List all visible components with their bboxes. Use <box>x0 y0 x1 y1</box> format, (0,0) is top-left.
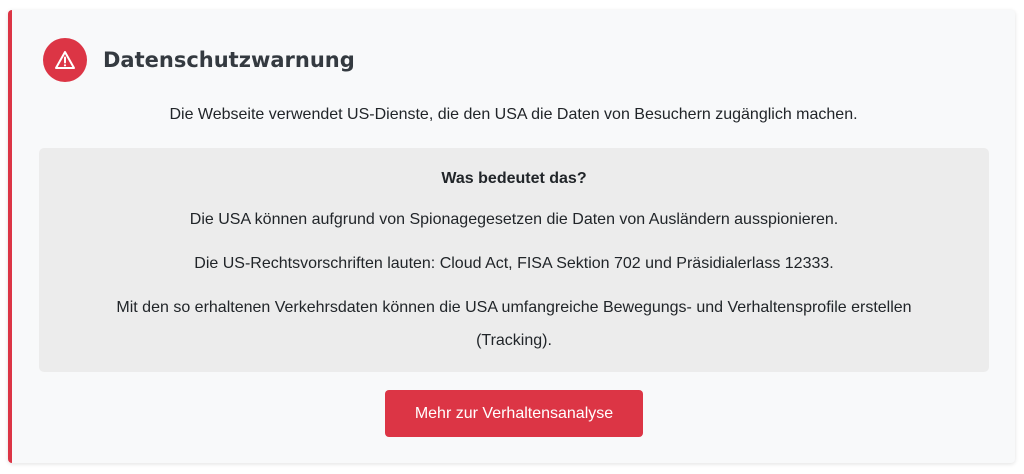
warning-header: Datenschutzwarnung <box>43 38 355 82</box>
warning-title: Datenschutzwarnung <box>103 48 355 72</box>
warning-triangle-icon <box>43 38 87 82</box>
info-question: Was bedeutet das? <box>441 170 587 187</box>
info-paragraph: Die USA können aufgrund von Spionagegese… <box>189 211 839 228</box>
info-box: Was bedeutet das? Die USA können aufgrun… <box>39 148 989 372</box>
behavior-analysis-button[interactable]: Mehr zur Verhaltensanalyse <box>385 390 643 437</box>
warning-intro-text: Die Webseite verwendet US-Dienste, die d… <box>169 106 858 123</box>
privacy-warning-card: Datenschutzwarnung Die Webseite verwende… <box>8 10 1015 463</box>
info-paragraph: Die US-Rechtsvorschriften lauten: Cloud … <box>194 255 834 272</box>
info-paragraph: Mit den so erhaltenen Verkehrsdaten könn… <box>116 299 912 349</box>
